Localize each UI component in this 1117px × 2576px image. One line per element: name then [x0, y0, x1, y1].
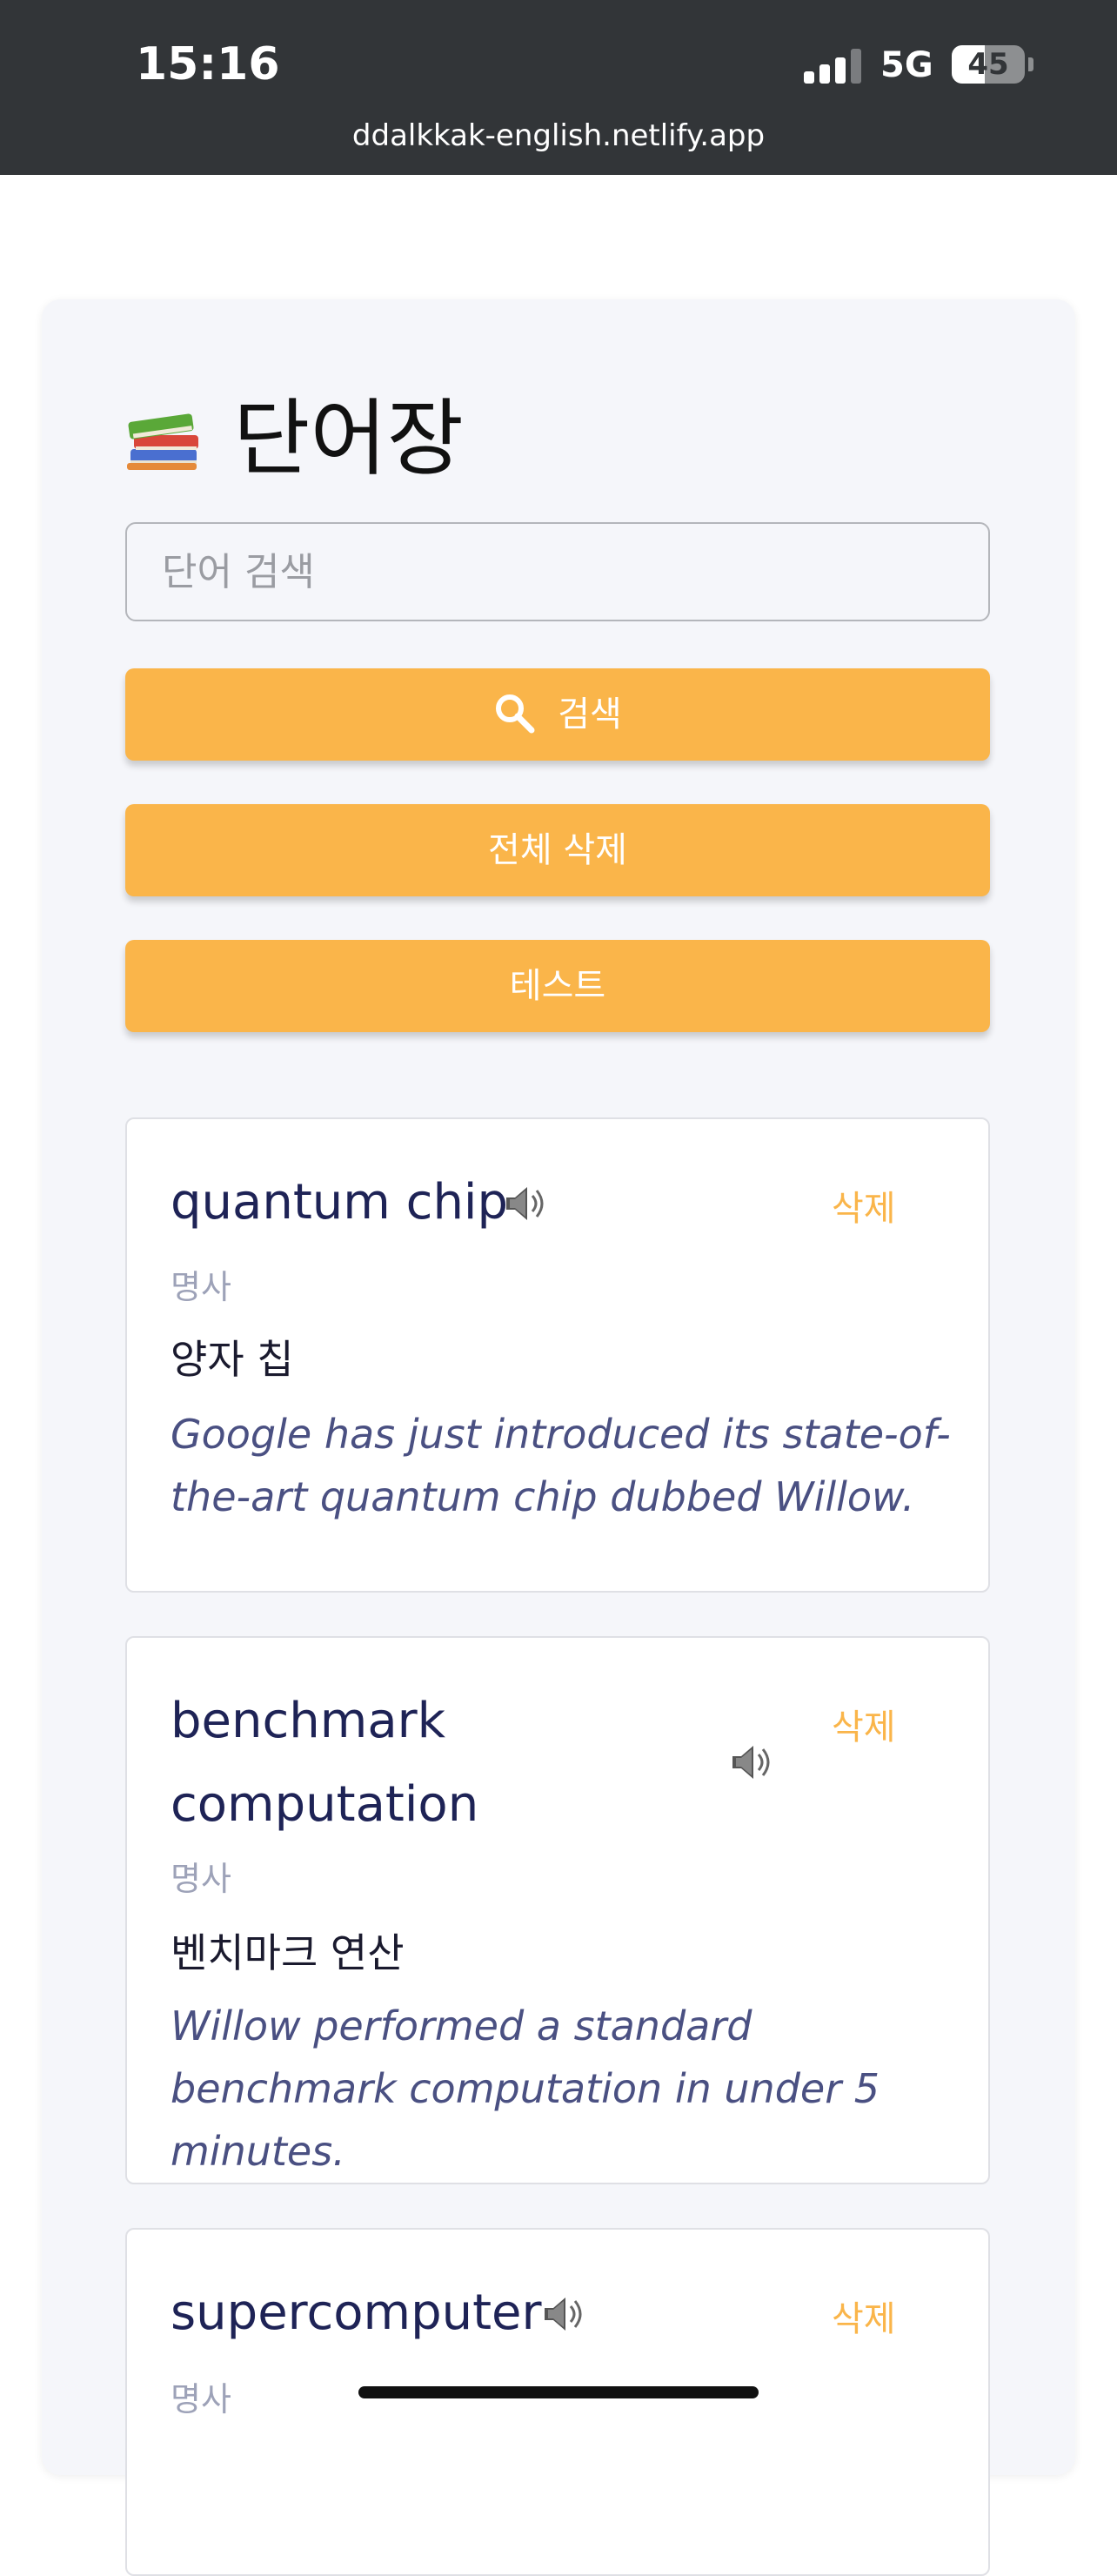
word-meaning: 벤치마크 연산: [171, 1929, 405, 1976]
battery-icon: 45: [952, 45, 1025, 84]
search-input[interactable]: [125, 522, 990, 621]
test-button-label: 테스트: [509, 966, 606, 1006]
word-card: supercomputer 삭제 명사: [125, 2228, 990, 2576]
word-card: quantum chip 삭제 명사 양자 칩 Google has just …: [125, 1117, 990, 1593]
delete-all-button[interactable]: 전체 삭제: [125, 804, 990, 896]
page-title: 단어장: [233, 390, 464, 487]
home-indicator[interactable]: [358, 2386, 759, 2398]
search-button[interactable]: 검색: [125, 668, 990, 761]
part-of-speech: 명사: [171, 1268, 231, 1306]
status-time: 15:16: [136, 38, 280, 91]
word-text: quantum chip: [171, 1174, 509, 1231]
delete-word-button[interactable]: 삭제: [832, 2291, 896, 2341]
books-icon: [127, 413, 198, 470]
search-button-label: 검색: [558, 694, 622, 735]
word-meaning: 양자 칩: [171, 1336, 294, 1383]
speaker-icon[interactable]: [727, 1739, 774, 1786]
word-text-line2: computation: [171, 1776, 479, 1833]
delete-word-button[interactable]: 삭제: [832, 1180, 896, 1231]
url-bar[interactable]: ddalkkak-english.netlify.app: [0, 118, 1117, 153]
speaker-icon[interactable]: [501, 1180, 548, 1227]
speaker-icon[interactable]: [539, 2291, 586, 2338]
part-of-speech: 명사: [171, 1860, 231, 1898]
test-button[interactable]: 테스트: [125, 940, 990, 1032]
search-icon: [496, 694, 535, 734]
vocabulary-container: 단어장 검색 전체 삭제 테스트 quantum chip 삭제 명사 양자 칩…: [42, 299, 1075, 2576]
battery-cap: [1028, 57, 1033, 71]
word-text: supercomputer: [171, 2284, 542, 2341]
delete-word-button[interactable]: 삭제: [832, 1699, 896, 1749]
status-bar: 15:16 5G 45 ddalkkak-english.netlify.app: [0, 0, 1117, 175]
example-sentence: Google has just introduced its state-of-…: [171, 1411, 951, 1520]
word-text-line1: benchmark: [171, 1693, 446, 1749]
network-type: 5G: [880, 45, 933, 85]
example-sentence: Willow performed a standard benchmark co…: [171, 2002, 880, 2175]
word-card: benchmark computation 삭제 명사 벤치마크 연산 Will…: [125, 1636, 990, 2184]
delete-all-button-label: 전체 삭제: [488, 830, 627, 870]
battery-percent: 45: [967, 47, 1009, 82]
part-of-speech: 명사: [171, 2380, 231, 2418]
signal-strength-icon: [804, 49, 863, 84]
